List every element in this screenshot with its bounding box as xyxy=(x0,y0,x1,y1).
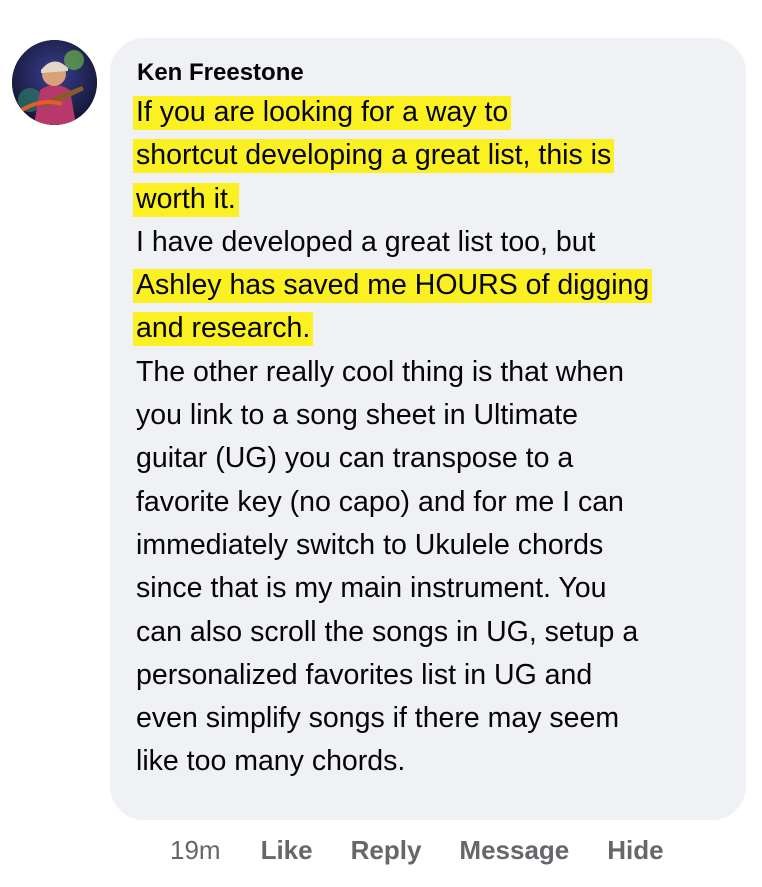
like-button[interactable]: Like xyxy=(261,835,313,866)
comment-actions: 19m Like Reply Message Hide xyxy=(170,832,664,868)
comment-line: you link to a song sheet in Ultimate xyxy=(136,399,578,432)
author-name[interactable]: Ken Freestone xyxy=(137,58,726,88)
highlighted-text: Ashley has saved me HOURS of digging xyxy=(133,269,653,304)
highlighted-text: If you are looking for a way to xyxy=(133,96,512,130)
comment-line: shortcut developing a great list, this i… xyxy=(133,134,726,177)
comment-line: worth it. xyxy=(133,178,726,221)
hide-button[interactable]: Hide xyxy=(607,835,663,866)
message-button[interactable]: Message xyxy=(459,835,569,866)
comment-line: immediately switch to Ukulele chords xyxy=(136,528,604,561)
comment-line: like too many chords. xyxy=(136,745,406,778)
comment-body: If you are looking for a way to shortcut… xyxy=(133,91,726,784)
comment-line: even simplify songs if there may seem xyxy=(136,702,620,735)
comment-line: I have developed a great list too, but xyxy=(136,225,596,258)
comment-line: favorite key (no capo) and for me I can xyxy=(136,485,624,518)
highlighted-text: and research. xyxy=(133,312,314,347)
comment-line: and research. xyxy=(133,307,726,350)
comment-line: can also scroll the songs in UG, setup a xyxy=(136,615,639,648)
highlighted-text: worth it. xyxy=(133,182,239,217)
comment-line: personalized favorites list in UG and xyxy=(136,658,593,691)
avatar-photo-icon xyxy=(12,40,97,125)
comment-line: since that is my main instrument. You xyxy=(136,572,607,605)
reply-button[interactable]: Reply xyxy=(351,835,422,866)
comment-line: If you are looking for a way to xyxy=(133,91,726,134)
comment-line: Ashley has saved me HOURS of digging xyxy=(133,264,726,307)
avatar[interactable] xyxy=(12,40,97,125)
highlighted-text: shortcut developing a great list, this i… xyxy=(133,139,615,174)
timestamp[interactable]: 19m xyxy=(170,835,221,866)
comment-line: guitar (UG) you can transpose to a xyxy=(136,442,574,475)
comment-line: The other really cool thing is that when xyxy=(136,355,624,388)
comment-bubble: Ken Freestone If you are looking for a w… xyxy=(110,38,746,820)
comment: Ken Freestone If you are looking for a w… xyxy=(0,0,762,887)
